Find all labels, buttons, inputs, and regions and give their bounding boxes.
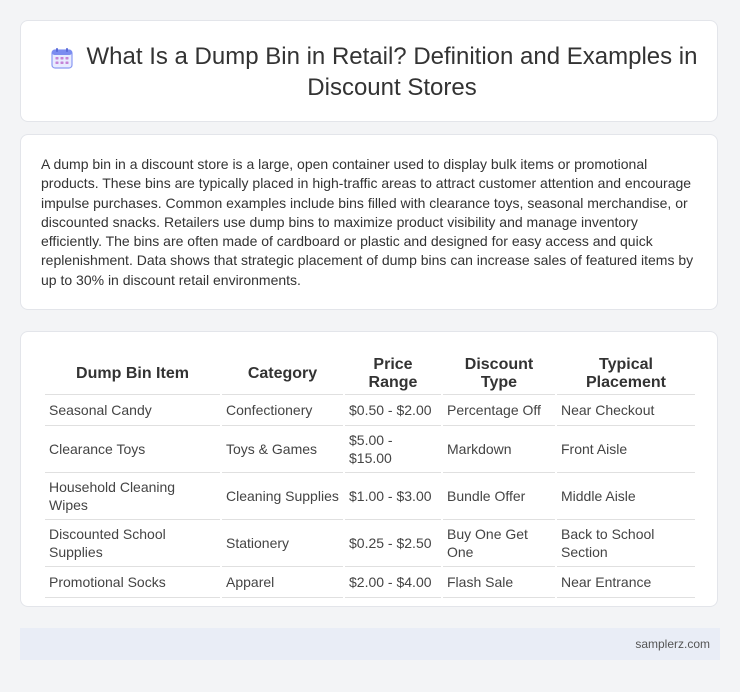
footer-bar: samplerz.com [20,628,720,660]
table-cell: $1.00 - $3.00 [345,473,441,520]
table-cell: Near Checkout [557,395,695,426]
table-cell: Clearance Toys [45,426,220,473]
table-cell: $0.50 - $2.00 [345,395,441,426]
table-cell: $5.00 - $15.00 [345,426,441,473]
table-row: Household Cleaning Wipes Cleaning Suppli… [45,473,695,520]
column-header-item: Dump Bin Item [45,352,220,395]
table-cell: Toys & Games [222,426,343,473]
table-header-row: Dump Bin Item Category Price Range Disco… [45,352,695,395]
table-cell: Apparel [222,567,343,598]
table-cell: Discounted School Supplies [45,520,220,567]
table-cell: Bundle Offer [443,473,555,520]
column-header-price-range: Price Range [345,352,441,395]
table-card: Dump Bin Item Category Price Range Disco… [20,331,718,607]
table-row: Promotional Socks Apparel $2.00 - $4.00 … [45,567,695,598]
intro-card: A dump bin in a discount store is a larg… [20,134,718,310]
intro-paragraph: A dump bin in a discount store is a larg… [41,156,694,288]
table-cell: Front Aisle [557,426,695,473]
calendar-icon [51,47,73,69]
table-row: Clearance Toys Toys & Games $5.00 - $15.… [45,426,695,473]
table-cell: Near Entrance [557,567,695,598]
table-cell: Back to School Section [557,520,695,567]
table-cell: Promotional Socks [45,567,220,598]
column-header-discount-type: Discount Type [443,352,555,395]
dump-bin-table: Dump Bin Item Category Price Range Disco… [43,352,697,598]
table-cell: Seasonal Candy [45,395,220,426]
table-cell: Markdown [443,426,555,473]
table-cell: Buy One Get One [443,520,555,567]
table-row: Discounted School Supplies Stationery $0… [45,520,695,567]
column-header-placement: Typical Placement [557,352,695,395]
table-cell: $2.00 - $4.00 [345,567,441,598]
table-cell: Stationery [222,520,343,567]
table-cell: $0.25 - $2.50 [345,520,441,567]
column-header-category: Category [222,352,343,395]
table-cell: Middle Aisle [557,473,695,520]
table-row: Seasonal Candy Confectionery $0.50 - $2.… [45,395,695,426]
table-cell: Confectionery [222,395,343,426]
table-cell: Cleaning Supplies [222,473,343,520]
table-cell: Percentage Off [443,395,555,426]
table-cell: Household Cleaning Wipes [45,473,220,520]
table-cell: Flash Sale [443,567,555,598]
page-title: What Is a Dump Bin in Retail? Definition… [86,43,698,101]
footer-site-link[interactable]: samplerz.com [635,637,710,651]
header-card: What Is a Dump Bin in Retail? Definition… [20,20,718,122]
